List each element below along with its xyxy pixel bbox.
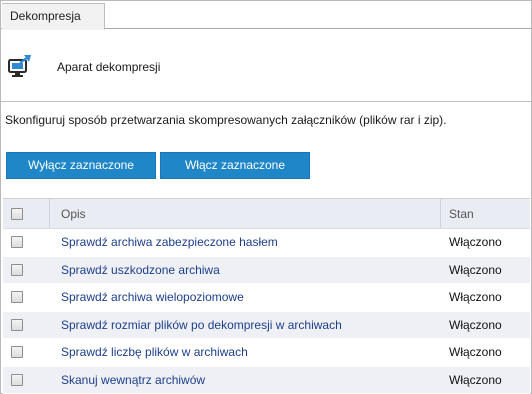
column-header-state[interactable]: Stan bbox=[449, 199, 474, 228]
table-row[interactable]: Sprawdź uszkodzone archiwa Włączono bbox=[3, 256, 530, 284]
row-description-link[interactable]: Sprawdź rozmiar plików po dekompresji w … bbox=[61, 312, 342, 339]
row-state: Włączono bbox=[449, 317, 502, 332]
table-row[interactable]: Sprawdź rozmiar plików po dekompresji w … bbox=[3, 311, 530, 339]
page-title: Aparat dekompresji bbox=[57, 60, 161, 74]
column-header-description[interactable]: Opis bbox=[61, 199, 86, 228]
row-checkbox[interactable] bbox=[11, 291, 23, 304]
row-checkbox[interactable] bbox=[11, 346, 23, 359]
column-divider bbox=[440, 199, 441, 228]
row-state: Włączono bbox=[449, 262, 502, 277]
row-description-link[interactable]: Sprawdź uszkodzone archiwa bbox=[61, 257, 220, 284]
select-all-checkbox[interactable] bbox=[11, 207, 23, 220]
disable-selected-button[interactable]: Wyłącz zaznaczone bbox=[6, 152, 156, 179]
row-checkbox[interactable] bbox=[11, 373, 23, 386]
table-row[interactable]: Skanuj wewnątrz archiwów Włączono bbox=[3, 366, 530, 394]
row-state: Włączono bbox=[449, 290, 502, 305]
row-checkbox[interactable] bbox=[11, 236, 23, 249]
column-divider bbox=[49, 199, 50, 228]
row-checkbox[interactable] bbox=[11, 318, 23, 331]
section-header: Aparat dekompresji bbox=[1, 30, 531, 102]
row-state: Włączono bbox=[449, 235, 502, 250]
row-description-link[interactable]: Sprawdź archiwa zabezpieczone hasłem bbox=[61, 229, 278, 256]
table-row[interactable]: Sprawdź liczbę plików w archiwach Włączo… bbox=[3, 339, 530, 367]
row-state: Włączono bbox=[449, 345, 502, 360]
enable-selected-button[interactable]: Włącz zaznaczone bbox=[160, 152, 310, 179]
section-description: Skonfiguruj sposób przetwarzania skompre… bbox=[5, 113, 447, 127]
row-state: Włączono bbox=[449, 372, 502, 387]
row-description-link[interactable]: Skanuj wewnątrz archiwów bbox=[61, 367, 205, 394]
row-description-link[interactable]: Sprawdź liczbę plików w archiwach bbox=[61, 339, 248, 366]
tab-bar: Dekompresja bbox=[1, 1, 531, 30]
table-row[interactable]: Sprawdź archiwa wielopoziomowe Włączono bbox=[3, 284, 530, 312]
decompression-panel: Dekompresja Aparat dekompresji Skonfigur… bbox=[0, 0, 532, 394]
monitor-arrow-icon bbox=[8, 54, 34, 78]
options-table: Opis Stan Sprawdź archiwa zabezpieczone … bbox=[3, 198, 530, 394]
table-row[interactable]: Sprawdź archiwa zabezpieczone hasłem Włą… bbox=[3, 229, 530, 257]
row-checkbox[interactable] bbox=[11, 263, 23, 276]
row-description-link[interactable]: Sprawdź archiwa wielopoziomowe bbox=[61, 284, 244, 311]
table-header-row: Opis Stan bbox=[3, 199, 530, 229]
tab-decompression[interactable]: Dekompresja bbox=[2, 3, 105, 30]
